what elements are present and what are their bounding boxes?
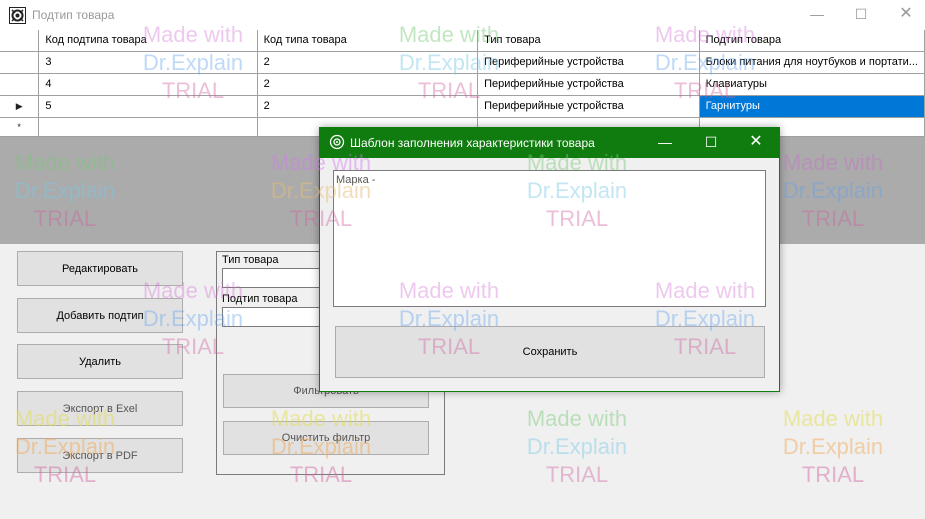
dialog-title: Шаблон заполнения характеристики товара xyxy=(350,136,595,150)
main-title-bar: Подтип товара — ☐ ✕ xyxy=(0,0,925,30)
grid-header-row: Код подтипа товара Код типа товара Тип т… xyxy=(0,30,925,52)
cell-subtype[interactable]: Клавиатуры xyxy=(699,73,925,96)
template-field-text: Марка - xyxy=(336,174,376,186)
dialog-minimize-button[interactable]: — xyxy=(642,128,688,158)
row-header[interactable] xyxy=(0,51,40,74)
dialog-maximize-button[interactable]: ☐ xyxy=(688,128,734,158)
new-cell[interactable] xyxy=(38,117,258,137)
type-filter-input[interactable] xyxy=(222,268,322,288)
cell-subtype[interactable]: Блоки питания для ноутбуков и портати... xyxy=(699,51,925,74)
subtype-filter-label: Подтип товара xyxy=(222,293,298,305)
cell-type-code[interactable]: 2 xyxy=(257,73,479,96)
app-icon xyxy=(9,7,26,24)
table-row[interactable]: 4 2 Периферийные устройства Клавиатуры xyxy=(0,73,925,96)
trial-watermark: Made with Dr.Explain TRIAL xyxy=(526,406,628,487)
cell-type[interactable]: Периферийные устройства xyxy=(477,51,700,74)
export-pdf-button[interactable]: Экспорт в PDF xyxy=(17,438,183,473)
edit-button[interactable]: Редактировать xyxy=(17,251,183,286)
export-excel-button[interactable]: Экспорт в Exel xyxy=(17,391,183,426)
cell-subtype-code[interactable]: 4 xyxy=(38,73,258,96)
cell-type-code[interactable]: 2 xyxy=(257,51,479,74)
clear-filter-button[interactable]: Очистить фильтр xyxy=(223,421,429,455)
maximize-button[interactable]: ☐ xyxy=(838,0,884,30)
new-row-icon[interactable]: * xyxy=(0,117,40,137)
subtype-grid[interactable]: Код подтипа товара Код типа товара Тип т… xyxy=(0,30,925,137)
trial-watermark: Made with Dr.Explain TRIAL xyxy=(782,406,884,487)
characteristic-template-textarea[interactable]: Марка - xyxy=(333,170,766,307)
type-filter-label: Тип товара xyxy=(222,254,279,266)
column-header-subtype-code[interactable]: Код подтипа товара xyxy=(38,30,258,52)
dialog-close-button[interactable]: ✕ xyxy=(733,128,779,158)
row-header-corner xyxy=(0,30,40,52)
column-header-type-code[interactable]: Код типа товара xyxy=(257,30,479,52)
cell-subtype-code[interactable]: 3 xyxy=(38,51,258,74)
subtype-filter-input[interactable] xyxy=(222,307,322,327)
dialog-title-bar: Шаблон заполнения характеристики товара … xyxy=(320,128,779,158)
template-dialog: Шаблон заполнения характеристики товара … xyxy=(319,127,780,392)
row-header[interactable] xyxy=(0,73,40,96)
close-button[interactable]: ✕ xyxy=(883,0,925,30)
delete-button[interactable]: Удалить xyxy=(17,344,183,379)
cell-subtype[interactable]: Гарнитуры xyxy=(699,95,925,118)
cell-type[interactable]: Периферийные устройства xyxy=(477,95,700,118)
minimize-button[interactable]: — xyxy=(794,0,840,30)
table-row-selected[interactable]: ▶ 5 2 Периферийные устройства Гарнитуры xyxy=(0,95,925,118)
save-button[interactable]: Сохранить xyxy=(335,326,765,378)
add-subtype-button[interactable]: Добавить подтип xyxy=(17,298,183,333)
current-row-indicator-icon[interactable]: ▶ xyxy=(0,95,40,118)
cell-subtype-code[interactable]: 5 xyxy=(38,95,258,118)
column-header-type[interactable]: Тип товара xyxy=(477,30,700,52)
column-header-subtype[interactable]: Подтип товара xyxy=(699,30,925,52)
table-row[interactable]: 3 2 Периферийные устройства Блоки питани… xyxy=(0,51,925,74)
cell-type[interactable]: Периферийные устройства xyxy=(477,73,700,96)
dialog-app-icon xyxy=(329,134,345,150)
window-title: Подтип товара xyxy=(32,8,115,22)
cell-type-code[interactable]: 2 xyxy=(257,95,479,118)
